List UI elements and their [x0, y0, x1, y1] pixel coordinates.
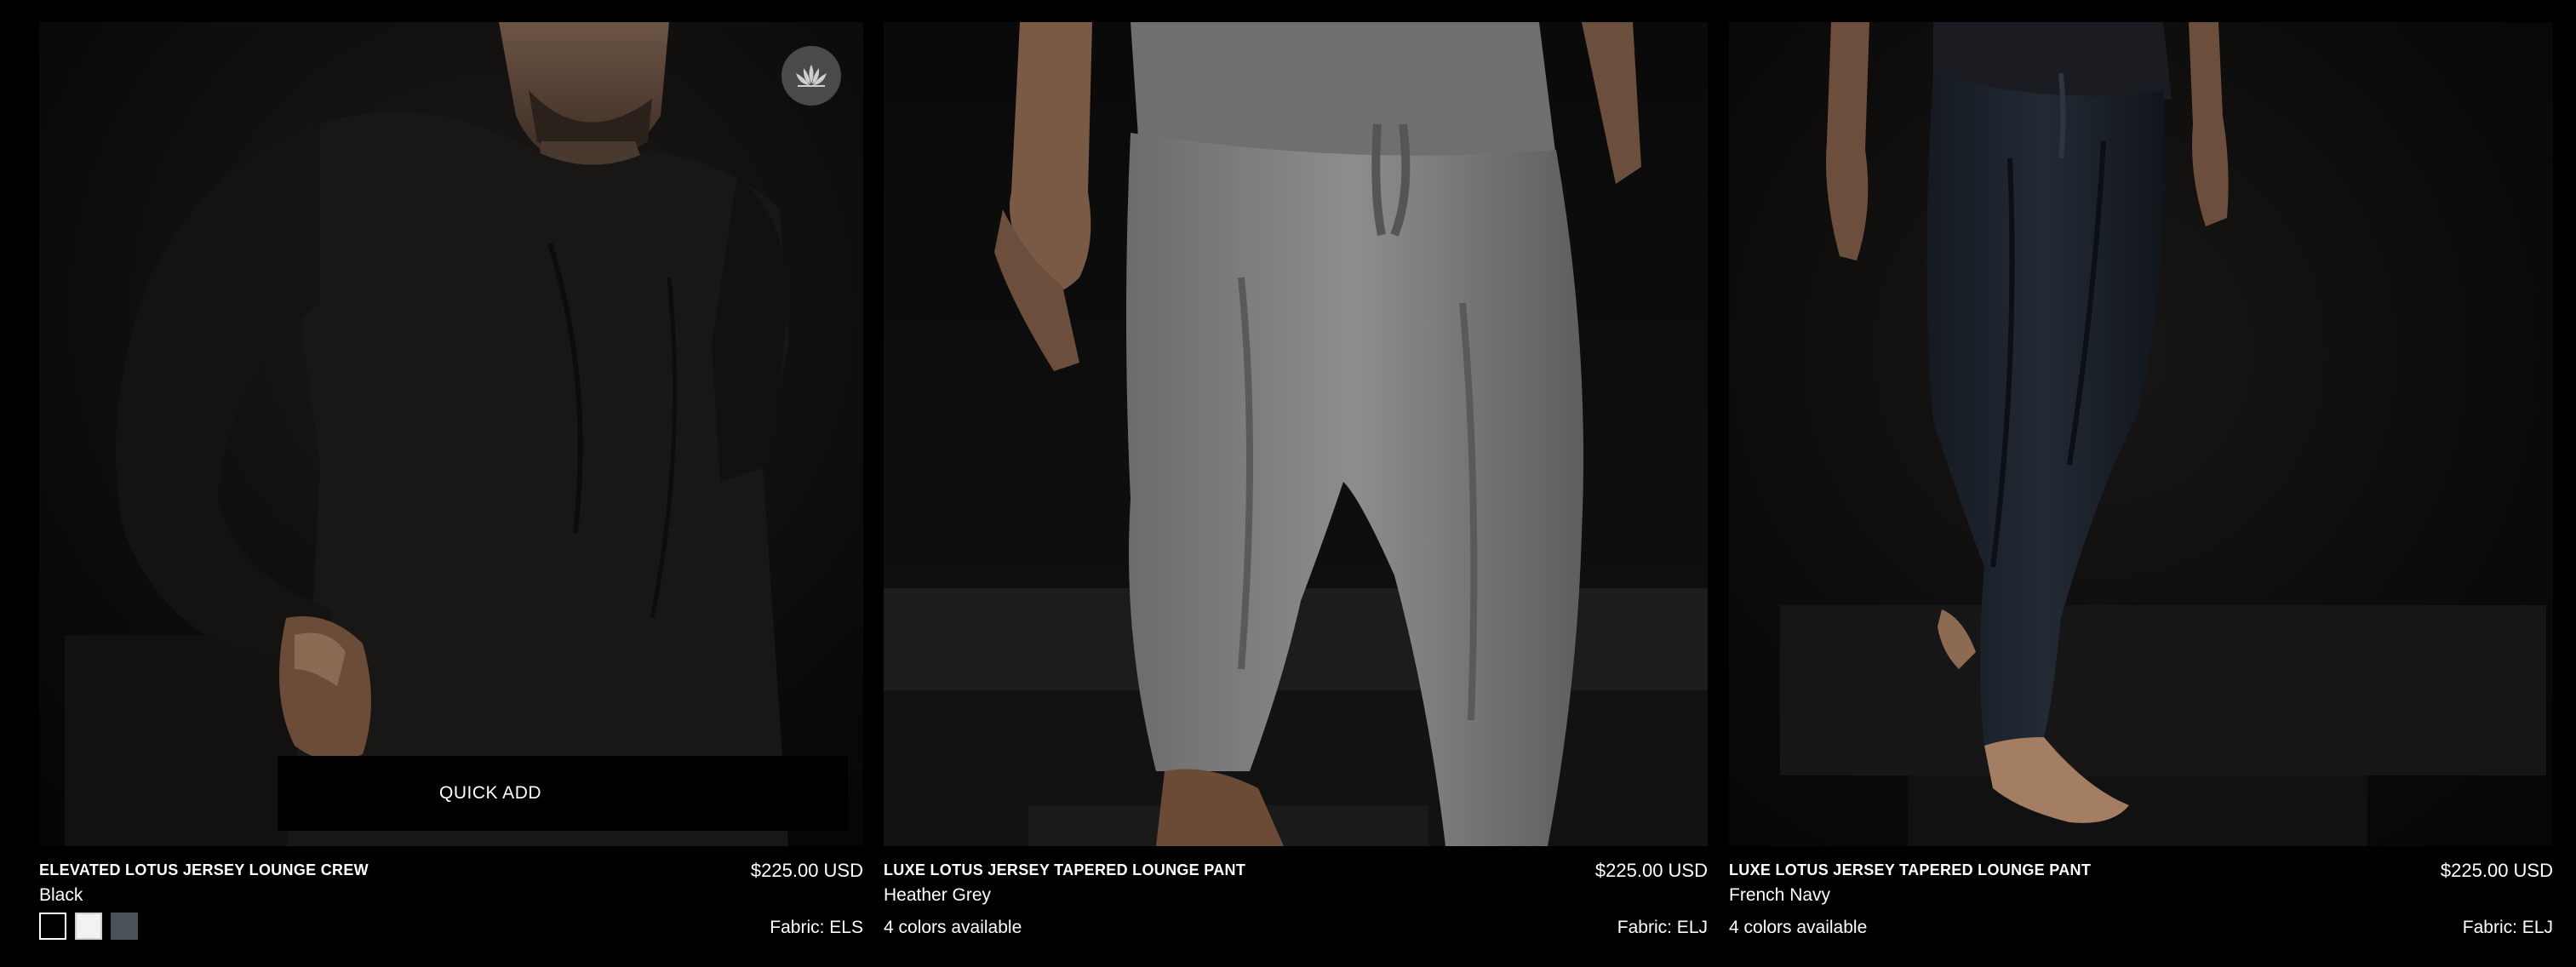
product-fabric: Fabric: ELJ [1617, 918, 1708, 937]
brand-badge [781, 46, 841, 106]
product-card[interactable]: QUICK ADD ELEVATED LOTUS JERSEY LOUNGE C… [39, 22, 863, 948]
product-color-name: Heather Grey [884, 885, 992, 905]
colors-available: 4 colors available [1729, 918, 1868, 937]
color-swatches [39, 913, 138, 940]
product-fabric: Fabric: ELS [770, 918, 863, 937]
quick-add-button[interactable]: QUICK ADD [278, 756, 848, 831]
product-info: ELEVATED LOTUS JERSEY LOUNGE CREW $225.0… [39, 846, 863, 948]
product-color-name: French Navy [1729, 885, 1831, 905]
product-price: $225.00 USD [750, 860, 863, 881]
product-price: $225.00 USD [2440, 860, 2553, 881]
swatch-white[interactable] [75, 913, 102, 940]
product-photo-grey-pant [884, 22, 1708, 846]
product-info: LUXE LOTUS JERSEY TAPERED LOUNGE PANT $2… [1729, 846, 2553, 948]
product-info: LUXE LOTUS JERSEY TAPERED LOUNGE PANT $2… [884, 846, 1708, 948]
colors-available: 4 colors available [884, 918, 1022, 937]
product-image[interactable] [1729, 22, 2553, 846]
product-title[interactable]: LUXE LOTUS JERSEY TAPERED LOUNGE PANT [1729, 861, 2091, 879]
product-photo-crew [39, 22, 863, 846]
product-grid: QUICK ADD ELEVATED LOTUS JERSEY LOUNGE C… [0, 0, 2576, 967]
product-card[interactable]: LUXE LOTUS JERSEY TAPERED LOUNGE PANT $2… [884, 22, 1708, 948]
product-card[interactable]: LUXE LOTUS JERSEY TAPERED LOUNGE PANT $2… [1729, 22, 2553, 948]
swatch-black[interactable] [39, 913, 66, 940]
swatch-grey[interactable] [111, 913, 138, 940]
product-price: $225.00 USD [1594, 860, 1708, 881]
product-title[interactable]: LUXE LOTUS JERSEY TAPERED LOUNGE PANT [884, 861, 1245, 879]
product-photo-navy-pant [1729, 22, 2553, 846]
lotus-icon [793, 63, 830, 89]
product-image[interactable]: QUICK ADD [39, 22, 863, 846]
product-image[interactable] [884, 22, 1708, 846]
product-color-name: Black [39, 885, 83, 905]
product-fabric: Fabric: ELJ [2462, 918, 2553, 937]
product-title[interactable]: ELEVATED LOTUS JERSEY LOUNGE CREW [39, 861, 369, 879]
